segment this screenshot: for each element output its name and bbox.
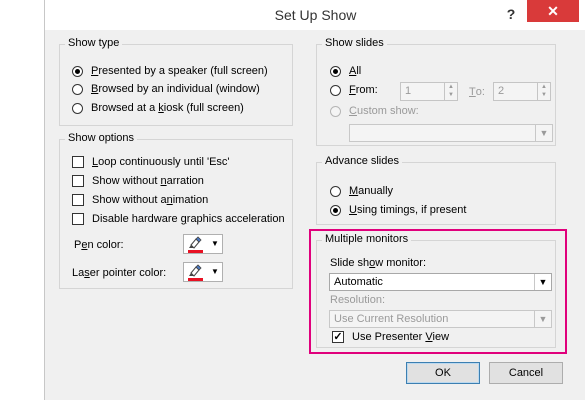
radio-manually[interactable]: Manually	[330, 185, 393, 197]
pen-color-swatch	[188, 250, 203, 253]
radio-button[interactable]	[330, 84, 341, 96]
check-loop-continuously[interactable]: Loop continuously until 'Esc'	[72, 156, 230, 168]
radio-browsed-by-individual[interactable]: Browsed by an individual (window)	[72, 83, 260, 95]
check-without-animation[interactable]: Show without animation	[72, 194, 208, 206]
check-without-narration[interactable]: Show without narration	[72, 175, 204, 187]
radio-button[interactable]	[72, 83, 83, 95]
check-disable-hardware-acceleration[interactable]: Disable hardware graphics acceleration	[72, 213, 285, 225]
checkbox[interactable]	[72, 194, 84, 206]
close-icon: ✕	[547, 3, 559, 19]
radio-label: Manually	[349, 185, 394, 197]
radio-label: Browsed by an individual (window)	[91, 83, 260, 95]
radio-custom-show[interactable]: Custom show:	[330, 105, 419, 117]
radio-button[interactable]	[72, 65, 83, 77]
checkmark-icon: ✓	[333, 331, 343, 343]
radio-label: Browsed at a kiosk (full screen)	[91, 102, 244, 114]
checkbox[interactable]	[72, 156, 84, 168]
checkbox-label: Loop continuously until 'Esc'	[92, 156, 230, 168]
advance-slides-legend: Advance slides	[322, 155, 402, 167]
pen-color-button[interactable]: ▼	[183, 234, 223, 254]
radio-button[interactable]	[330, 105, 341, 117]
pen-color-icon	[189, 236, 202, 249]
cancel-button[interactable]: Cancel	[489, 362, 563, 384]
to-slide-value: 2	[498, 85, 505, 97]
multiple-monitors-group: Multiple monitors Slide sh o w monitor: Au…	[316, 233, 556, 348]
pen-color-label: Pen color:	[74, 239, 124, 251]
advance-slides-group: Advance slides Manually Using timings, i…	[316, 155, 556, 225]
spin-arrows-icon[interactable]: ▲ ▼	[537, 83, 550, 100]
radio-label: Presented by a speaker (full screen)	[91, 65, 268, 77]
radio-label: Custom show:	[349, 105, 419, 117]
monitor-selected-value: Automatic	[334, 276, 383, 288]
checkbox-label: Show without narration	[92, 175, 204, 187]
resolution-selected-value: Use Current Resolution	[334, 313, 449, 325]
radio-using-timings[interactable]: Using timings, if present	[330, 204, 466, 216]
to-slide-stepper[interactable]: 2 ▲ ▼	[493, 82, 551, 101]
show-type-group: Show type Presented by a speaker (full s…	[59, 37, 293, 126]
checkbox-label: Disable hardware graphics acceleration	[92, 213, 285, 225]
from-slide-value: 1	[405, 85, 412, 97]
set-up-show-dialog: Set Up Show ? ✕ Show type Presented by a…	[44, 0, 585, 400]
radio-presented-by-speaker[interactable]: Presented by a speaker (full screen)	[72, 65, 268, 77]
radio-button[interactable]	[72, 102, 83, 114]
laser-color-icon	[189, 264, 202, 277]
chevron-down-icon: ▼	[534, 311, 551, 327]
laser-pointer-color-label: La s er pointer color:	[72, 267, 167, 279]
radio-label: From:	[349, 84, 378, 96]
to-label: To:	[469, 86, 485, 98]
custom-show-dropdown[interactable]: ▼	[349, 124, 553, 142]
show-slides-legend: Show slides	[322, 37, 387, 49]
title-bar: Set Up Show ? ✕	[45, 0, 585, 30]
show-slides-group: Show slides All From: 1 ▲ ▼ To: 2 ▲ ▼ Cust…	[316, 37, 556, 146]
close-button[interactable]: ✕	[527, 0, 579, 22]
chevron-down-icon: ▼	[535, 125, 552, 141]
check-use-presenter-view[interactable]: ✓ Use Presenter View	[332, 331, 449, 343]
checkbox-label: Use Presenter View	[352, 331, 450, 343]
laser-pointer-color-button[interactable]: ▼	[183, 262, 223, 282]
ok-button[interactable]: OK	[406, 362, 480, 384]
checkbox-label: Show without animation	[92, 194, 209, 206]
multiple-monitors-legend: Multiple monitors	[322, 233, 412, 245]
radio-label: All	[349, 65, 362, 77]
show-options-group: Show options Loop continuously until 'Es…	[59, 132, 293, 289]
show-type-legend: Show type	[65, 37, 123, 49]
laser-color-swatch	[188, 278, 203, 281]
show-options-legend: Show options	[65, 132, 138, 144]
radio-button[interactable]	[330, 204, 341, 216]
chevron-down-icon: ▼	[211, 267, 219, 276]
chevron-down-icon: ▼	[211, 239, 219, 248]
checkbox[interactable]: ✓	[332, 331, 344, 343]
radio-from-slide[interactable]: From:	[330, 84, 378, 96]
help-button[interactable]: ?	[500, 4, 522, 24]
resolution-dropdown[interactable]: Use Current Resolution ▼	[329, 310, 552, 328]
checkbox[interactable]	[72, 175, 84, 187]
radio-all-slides[interactable]: All	[330, 65, 361, 77]
from-slide-stepper[interactable]: 1 ▲ ▼	[400, 82, 458, 101]
resolution-label: Resolution:	[330, 294, 386, 306]
slide-show-monitor-label: Slide sh o w monitor:	[330, 257, 427, 269]
chevron-down-icon: ▼	[534, 274, 551, 290]
checkbox[interactable]	[72, 213, 84, 225]
radio-button[interactable]	[330, 185, 341, 197]
radio-browsed-at-kiosk[interactable]: Browsed at a kiosk (full screen)	[72, 102, 244, 114]
radio-button[interactable]	[330, 65, 341, 77]
slide-show-monitor-dropdown[interactable]: Automatic ▼	[329, 273, 552, 291]
spin-arrows-icon[interactable]: ▲ ▼	[444, 83, 457, 100]
radio-label: Using timings, if present	[349, 204, 467, 216]
